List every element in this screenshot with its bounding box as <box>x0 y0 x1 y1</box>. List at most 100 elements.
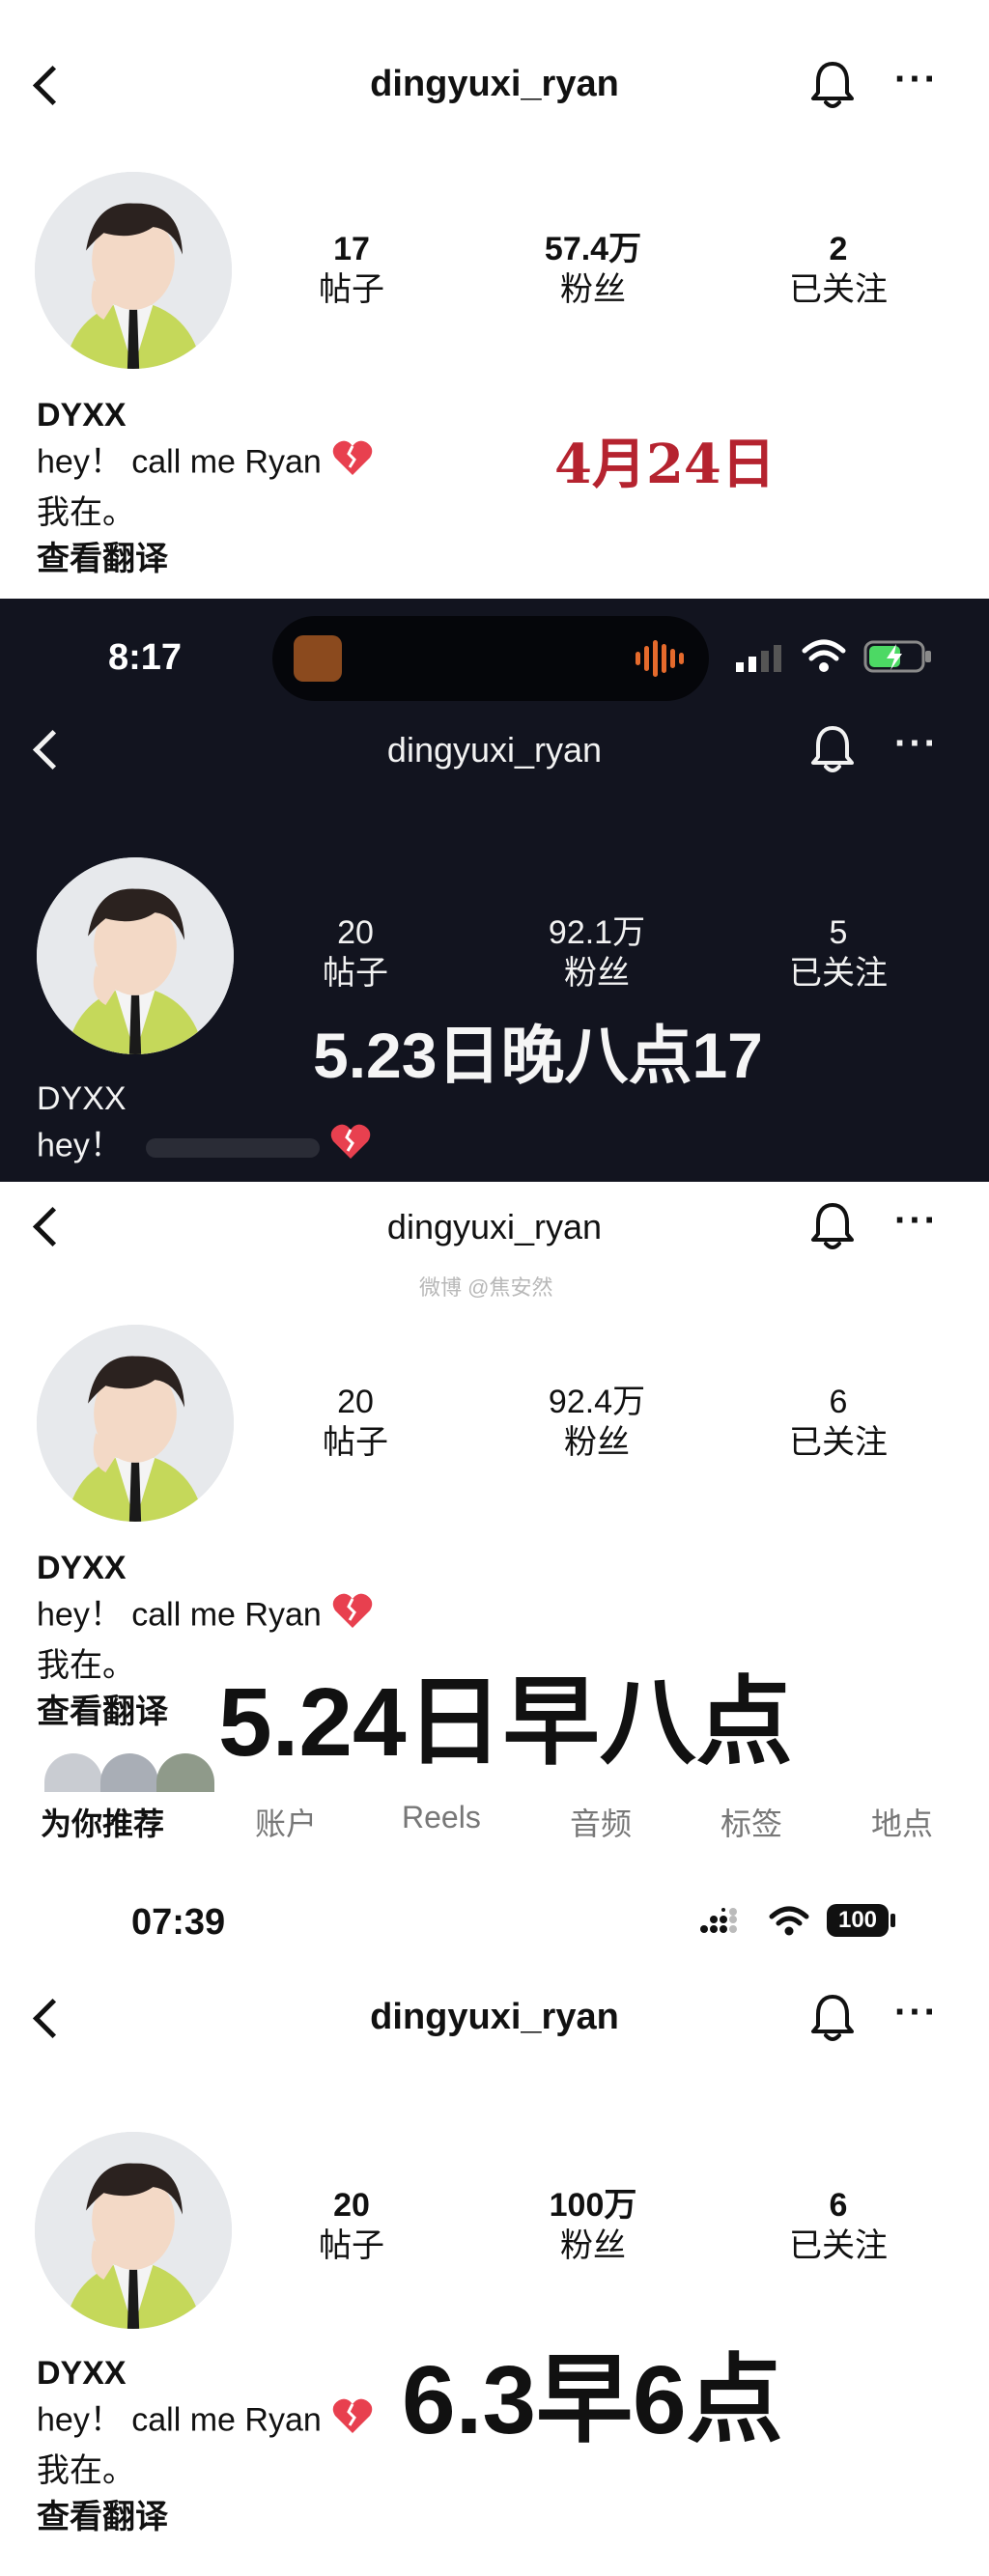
following-count-label: 已关注 <box>789 1424 888 1461</box>
posts-count-value: 20 <box>333 2187 370 2224</box>
mending-heart-icon <box>331 2396 374 2448</box>
bio-line-1: hey！ <box>37 1122 372 1173</box>
posts-count-label: 帖子 <box>319 271 384 308</box>
bio-line-1: hey！ call me Ryan <box>37 438 374 490</box>
see-translation-link[interactable]: 查看翻译 <box>37 536 374 582</box>
status-time: 07:39 <box>131 1902 226 1943</box>
battery-level: 100 <box>837 1907 878 1933</box>
status-time: 8:17 <box>108 637 183 678</box>
profile-header: dingyuxi_ryan ··· <box>0 46 989 124</box>
weibo-watermark: 微博 @焦安然 <box>419 1275 553 1300</box>
posts-count[interactable]: 20 帖子 <box>255 2186 448 2267</box>
tab-tags[interactable]: 标签 <box>721 1800 782 1844</box>
followers-count-value: 92.4万 <box>548 1384 646 1420</box>
posts-count[interactable]: 20 帖子 <box>259 913 452 994</box>
followers-count[interactable]: 92.1万 粉丝 <box>500 913 693 994</box>
more-options-icon[interactable]: ··· <box>894 58 939 101</box>
avatar[interactable] <box>35 2132 232 2329</box>
date-annotation: 4月24日 <box>554 433 776 496</box>
avatar[interactable] <box>37 857 234 1054</box>
following-count[interactable]: 6 已关注 <box>742 1383 935 1464</box>
following-count-value: 5 <box>829 914 848 951</box>
bell-icon[interactable] <box>807 1199 858 1253</box>
profile-screenshot-may24: dingyuxi_ryan ··· 微博 @焦安然 20 帖子 92.4万 粉丝… <box>0 1182 989 1858</box>
mending-heart-icon <box>329 1122 372 1173</box>
posts-count-value: 20 <box>337 914 374 951</box>
followers-count-label: 粉丝 <box>560 2227 626 2264</box>
followers-count-value: 92.1万 <box>548 914 646 951</box>
following-count[interactable]: 5 已关注 <box>742 913 935 994</box>
avatar[interactable] <box>35 172 232 369</box>
bell-icon[interactable] <box>807 722 858 776</box>
date-annotation: 5.24日早八点 <box>218 1668 793 1777</box>
bio-text: hey！ call me Ryan <box>37 1596 322 1634</box>
bio-text: hey！ call me Ryan <box>37 443 322 481</box>
profile-bio: DYXX hey！ call me Ryan 我在。 查看翻译 <box>37 392 374 582</box>
profile-header: dingyuxi_ryan ··· <box>0 711 989 788</box>
followers-count-value: 100万 <box>549 2187 637 2224</box>
cellular-signal-icon <box>700 1908 737 1933</box>
following-count-value: 6 <box>829 2187 848 2224</box>
battery-cap <box>890 1914 895 1927</box>
posts-count[interactable]: 17 帖子 <box>255 230 448 311</box>
app-activity-icon <box>294 635 342 682</box>
see-translation-link[interactable]: 查看翻译 <box>37 2494 374 2540</box>
followers-count[interactable]: 57.4万 粉丝 <box>496 230 690 311</box>
following-count[interactable]: 2 已关注 <box>742 230 935 311</box>
profile-bio: DYXX hey！ call me Ryan 我在。 查看翻译 <box>37 2350 374 2540</box>
followers-count[interactable]: 100万 粉丝 <box>496 2186 690 2267</box>
bio-line-2: 我在。 <box>37 2452 135 2489</box>
following-count-label: 已关注 <box>789 271 888 308</box>
explore-tabs: 为你推荐 账户 Reels 音频 标签 地点 <box>0 1800 989 1858</box>
mending-heart-icon <box>331 1591 374 1642</box>
profile-header: dingyuxi_ryan ··· <box>0 1182 989 1259</box>
battery-charging-icon <box>863 640 931 673</box>
profile-display-name: DYXX <box>37 1550 127 1586</box>
profile-screenshot-apr24: dingyuxi_ryan ··· 17 帖子 57.4万 粉丝 2 已关注 D… <box>0 0 989 599</box>
posts-count-label: 帖子 <box>319 2227 384 2264</box>
suggested-avatar[interactable] <box>44 1753 102 1792</box>
suggested-avatar[interactable] <box>100 1753 158 1792</box>
followers-count-label: 粉丝 <box>564 955 630 992</box>
following-count-label: 已关注 <box>789 955 888 992</box>
tab-accounts[interactable]: 账户 <box>255 1800 317 1844</box>
avatar[interactable] <box>37 1325 234 1522</box>
bell-icon[interactable] <box>807 1991 858 2045</box>
more-options-icon[interactable]: ··· <box>894 1991 939 2034</box>
bio-text: hey！ <box>37 1127 123 1164</box>
posts-count-label: 帖子 <box>323 955 388 992</box>
date-annotation: 5.23日晚八点17 <box>313 1020 763 1091</box>
profile-header: dingyuxi_ryan ··· <box>0 1979 989 2057</box>
profile-display-name: DYXX <box>37 2355 127 2392</box>
redacted-text <box>145 1137 320 1158</box>
cellular-signal-icon <box>736 645 781 672</box>
profile-screenshot-may23: 8:17 dingyuxi_ryan ··· 20 帖子 92.1万 粉丝 5 … <box>0 599 989 1182</box>
bell-icon[interactable] <box>807 58 858 112</box>
more-options-icon[interactable]: ··· <box>894 722 939 766</box>
following-count[interactable]: 6 已关注 <box>742 2186 935 2267</box>
tab-for-you[interactable]: 为你推荐 <box>41 1800 164 1844</box>
bio-line-2: 我在。 <box>37 494 135 531</box>
tab-reels[interactable]: Reels <box>402 1800 481 1835</box>
followers-count-label: 粉丝 <box>564 1424 630 1461</box>
following-count-label: 已关注 <box>789 2227 888 2264</box>
posts-count-label: 帖子 <box>323 1424 388 1461</box>
following-count-value: 2 <box>829 231 848 267</box>
audio-waveform-icon <box>636 639 684 678</box>
bio-line-1: hey！ call me Ryan <box>37 1591 374 1642</box>
bio-text: hey！ call me Ryan <box>37 2401 322 2439</box>
profile-display-name: DYXX <box>37 397 127 434</box>
status-bar: 8:17 <box>0 599 989 701</box>
posts-count-value: 20 <box>337 1384 374 1420</box>
status-bar: 07:39 100 <box>0 1858 989 1945</box>
more-options-icon[interactable]: ··· <box>894 1199 939 1243</box>
posts-count-value: 17 <box>333 231 370 267</box>
followers-count[interactable]: 92.4万 粉丝 <box>500 1383 693 1464</box>
tab-places[interactable]: 地点 <box>871 1800 933 1844</box>
followers-count-value: 57.4万 <box>544 231 642 267</box>
suggested-avatar[interactable] <box>156 1753 214 1792</box>
posts-count[interactable]: 20 帖子 <box>259 1383 452 1464</box>
tab-audio[interactable]: 音频 <box>570 1800 632 1844</box>
bio-line-1: hey！ call me Ryan <box>37 2396 374 2448</box>
dynamic-island <box>272 616 709 701</box>
